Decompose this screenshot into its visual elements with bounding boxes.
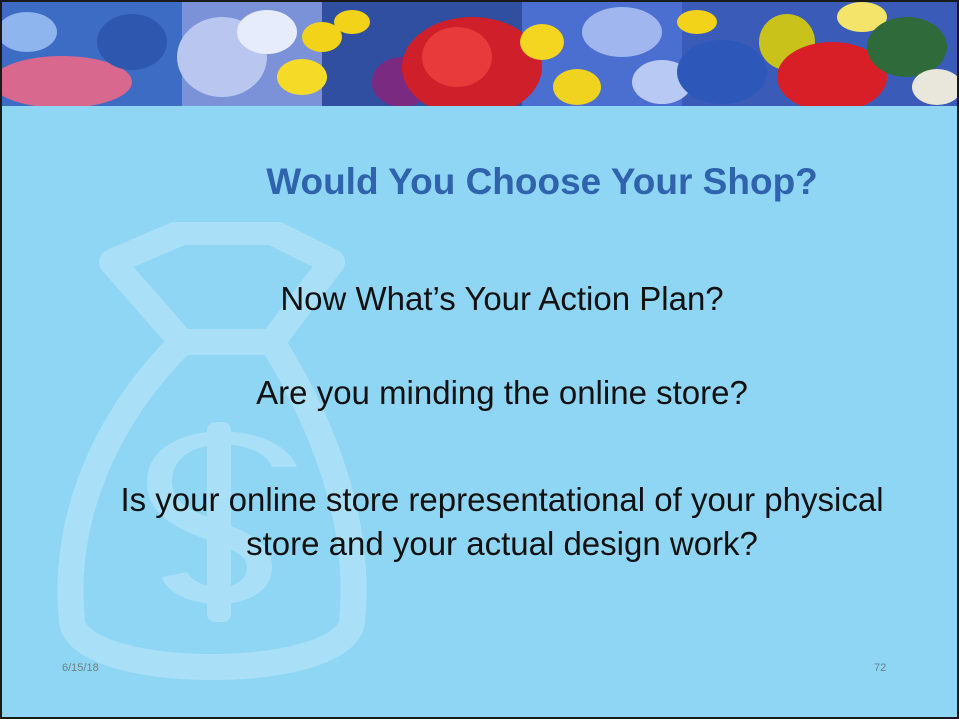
flower-banner-image — [2, 2, 957, 106]
slide-date: 6/15/18 — [62, 662, 99, 674]
slide-title: Would You Choose Your Shop? — [266, 161, 818, 202]
action-plan-text: Now What’s Your Action Plan? — [280, 280, 724, 317]
slide-page-number: 72 — [874, 662, 887, 674]
online-store-question: Are you minding the online store? — [256, 374, 748, 411]
slide: Would You Choose Your Shop? Now What’s Y… — [0, 0, 959, 719]
representation-question: Is your online store representational of… — [120, 481, 884, 562]
